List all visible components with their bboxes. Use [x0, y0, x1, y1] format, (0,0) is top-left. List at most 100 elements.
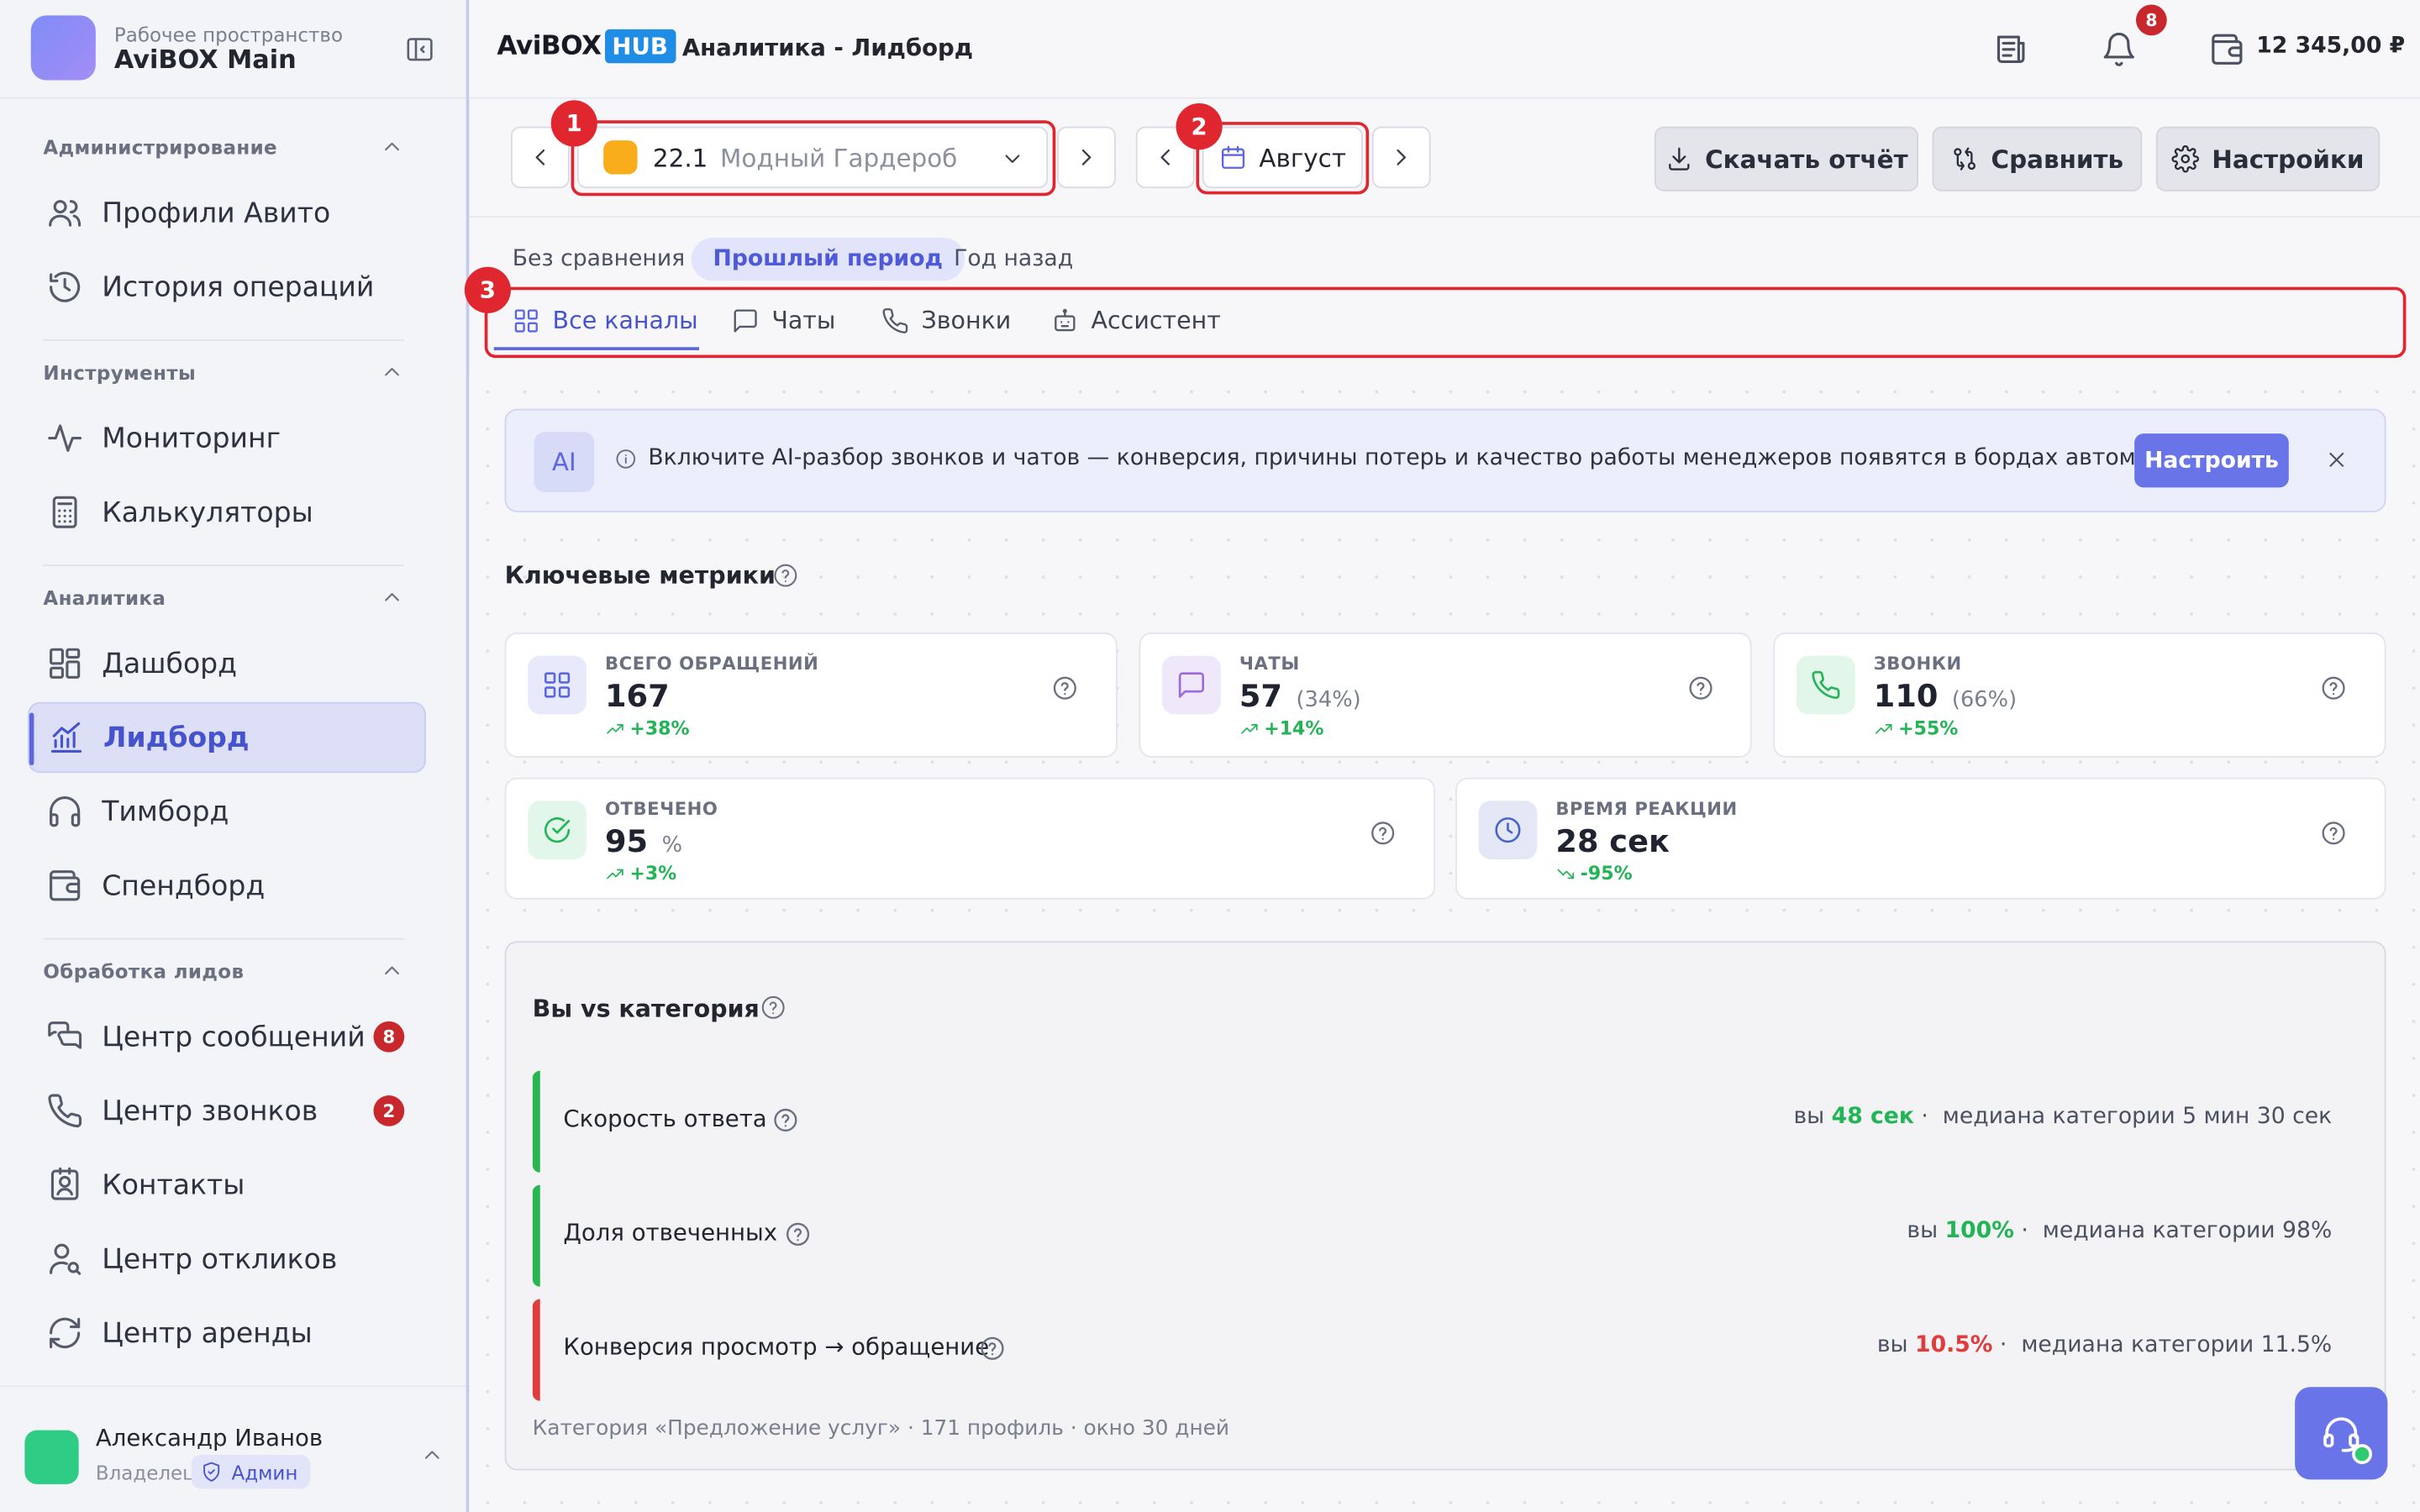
sidebar-item-responses[interactable]: Центр откликов — [28, 1224, 426, 1294]
sidebar-collapse-icon[interactable] — [404, 34, 435, 65]
configure-ai-button[interactable]: Настроить — [2134, 433, 2289, 488]
help-icon[interactable] — [1369, 819, 1397, 847]
section-title-leads: Обработка лидов — [43, 959, 245, 983]
sidebar-item-label: Центр сообщений — [102, 1020, 366, 1053]
row-values: вы 48 сек · медиана категории 5 мин 30 с… — [1793, 1105, 2333, 1130]
sidebar-item-calls[interactable]: Центр звонков 2 — [28, 1075, 426, 1146]
close-icon[interactable] — [2324, 448, 2349, 472]
settings-button[interactable]: Настройки — [2155, 126, 2381, 192]
metric-number: 95 — [604, 822, 649, 860]
news-icon[interactable] — [1992, 31, 2029, 68]
help-icon[interactable] — [760, 994, 787, 1021]
chevron-up-icon[interactable] — [380, 360, 404, 384]
metric-number: 167 — [604, 677, 670, 715]
tab-all-channels[interactable]: Все каналы — [513, 293, 698, 349]
user-panel[interactable]: Александр Иванов Владелец Админ — [0, 1385, 466, 1512]
chart-icon — [48, 719, 85, 756]
help-icon[interactable] — [1051, 675, 1079, 702]
support-chat-button[interactable] — [2295, 1387, 2388, 1480]
sidebar-item-label: Центр звонков — [102, 1095, 318, 1127]
sidebar-item-avito-profiles[interactable]: Профили Авито — [28, 177, 426, 248]
you-prefix: вы — [1876, 1332, 1908, 1358]
balance[interactable]: 12 345,00 ₽ — [2256, 34, 2405, 58]
help-icon[interactable] — [2320, 819, 2348, 847]
metric-label: ВРЕМЯ РЕАКЦИИ — [1555, 797, 1738, 820]
chevron-right-icon — [1073, 144, 1101, 171]
metric-icon-bg — [1796, 655, 1855, 715]
sidebar-item-label: Центр аренды — [102, 1316, 313, 1350]
workspace-switcher[interactable]: Рабочее пространство AviBOX Main — [0, 0, 466, 99]
sidebar-item-rent[interactable]: Центр аренды — [28, 1298, 426, 1368]
top-bar: AviBOX HUB Аналитика - Лидборд 8 12 345,… — [469, 0, 2420, 99]
help-icon[interactable] — [771, 562, 799, 590]
shop-next-button[interactable] — [1057, 126, 1116, 189]
avatar — [24, 1430, 79, 1484]
bot-icon — [1051, 307, 1079, 335]
gear-icon — [2171, 144, 2200, 173]
comparison-year-ago[interactable]: Год назад — [932, 238, 1094, 281]
sidebar-item-contacts[interactable]: Контакты — [28, 1149, 426, 1220]
help-icon[interactable] — [784, 1221, 812, 1248]
tab-label: Звонки — [921, 307, 1012, 335]
you-value: 100% — [1944, 1218, 2014, 1244]
sidebar-item-label: Профили Авито — [102, 197, 331, 229]
help-icon[interactable] — [2320, 675, 2348, 702]
workspace-logo — [30, 15, 96, 81]
you-prefix: вы — [1907, 1218, 1939, 1244]
sidebar-item-dashboard[interactable]: Дашборд — [28, 628, 426, 699]
sidebar-item-calculators[interactable]: Калькуляторы — [28, 477, 426, 548]
workspace-name: AviBOX Main — [113, 45, 297, 75]
tab-assistant[interactable]: Ассистент — [1051, 293, 1221, 349]
info-icon — [614, 448, 638, 471]
help-icon[interactable] — [1687, 675, 1715, 702]
metric-number: 28 сек — [1555, 822, 1670, 860]
unread-badge: 8 — [373, 1021, 405, 1053]
row-values: вы 10.5% · медиана категории 11.5% — [1876, 1332, 2333, 1358]
wallet-icon[interactable] — [2208, 31, 2245, 68]
contacts-icon — [46, 1167, 83, 1204]
sidebar-item-history[interactable]: История операций — [28, 251, 426, 322]
sidebar-item-label: Спендборд — [102, 869, 266, 902]
tab-label: Чаты — [771, 307, 836, 335]
logo-hub: HUB — [604, 29, 676, 64]
user-role: Владелец — [95, 1461, 196, 1484]
notification-badge: 8 — [2135, 4, 2167, 36]
metric-delta-value: +38% — [629, 717, 690, 739]
sidebar-item-label: История операций — [102, 270, 375, 303]
bell-icon[interactable] — [2101, 31, 2138, 68]
sidebar-item-leadboard[interactable]: Лидборд — [28, 701, 426, 774]
download-report-button[interactable]: Скачать отчёт — [1654, 126, 1919, 192]
help-icon[interactable] — [771, 1106, 799, 1134]
app-logo[interactable]: AviBOX HUB — [497, 29, 676, 64]
sidebar: Рабочее пространство AviBOX Main Админис… — [0, 0, 470, 1512]
compare-button[interactable]: Сравнить — [1932, 126, 2143, 192]
chevron-up-icon[interactable] — [380, 958, 404, 983]
divider — [43, 339, 405, 341]
metric-delta-value: +3% — [629, 862, 677, 885]
tab-calls[interactable]: Звонки — [881, 293, 1012, 349]
category-comparison-panel: Вы vs категория Скорость ответа вы 48 се… — [504, 941, 2386, 1471]
month-next-button[interactable] — [1371, 126, 1431, 189]
sidebar-item-monitoring[interactable]: Мониторинг — [28, 402, 426, 473]
help-icon[interactable] — [978, 1335, 1006, 1362]
metric-delta-value: +14% — [1264, 717, 1324, 739]
settings-label: Настройки — [2212, 144, 2365, 174]
chevron-up-icon[interactable] — [380, 585, 404, 609]
tab-chats[interactable]: Чаты — [732, 293, 836, 349]
sidebar-item-label: Дашборд — [102, 647, 238, 680]
comparison-none[interactable]: Без сравнения — [491, 238, 707, 281]
phone-icon — [881, 307, 909, 335]
divider — [43, 564, 405, 567]
chevron-up-icon[interactable] — [420, 1442, 445, 1467]
user-name: Александр Иванов — [95, 1424, 324, 1452]
phone-icon — [46, 1092, 83, 1129]
metric-value: 110 (66%) — [1874, 677, 2017, 714]
sidebar-item-spendboard[interactable]: Спендборд — [28, 850, 426, 921]
comparison-previous-period[interactable]: Прошлый период — [691, 237, 965, 281]
sidebar-item-teamboard[interactable]: Тимборд — [28, 776, 426, 847]
chevron-up-icon[interactable] — [380, 134, 404, 159]
download-report-label: Скачать отчёт — [1705, 144, 1908, 174]
messages-icon — [46, 1018, 83, 1055]
section-title-admin: Администрирование — [43, 135, 277, 160]
sidebar-item-messages[interactable]: Центр сообщений 8 — [28, 1001, 426, 1072]
